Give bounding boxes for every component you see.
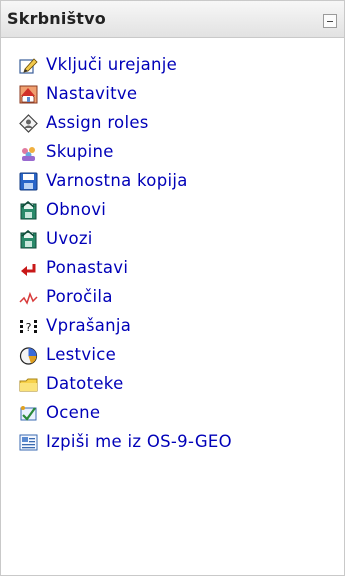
reports-icon <box>19 288 38 307</box>
menu-item-label: Skupine <box>46 142 114 161</box>
menu-item-files[interactable]: Datoteke <box>1 370 344 399</box>
questions-icon: ? <box>19 317 38 336</box>
menu-item-label: Assign roles <box>46 113 149 132</box>
menu-item-import[interactable]: Uvozi <box>1 225 344 254</box>
menu-item-label: Poročila <box>46 287 113 306</box>
menu-item-restore[interactable]: Obnovi <box>1 196 344 225</box>
menu-item-label: Ocene <box>46 403 101 422</box>
menu-item-backup[interactable]: Varnostna kopija <box>1 167 344 196</box>
menu-item-label: Obnovi <box>46 200 107 219</box>
menu-item-label: Nastavitve <box>46 84 138 103</box>
scales-icon <box>19 346 38 365</box>
menu-item-questions[interactable]: ? Vprašanja <box>1 312 344 341</box>
assign-roles-icon <box>19 114 38 133</box>
menu-item-label: Vključi urejanje <box>46 55 178 74</box>
folder-icon <box>19 375 38 394</box>
menu-item-assign-roles[interactable]: Assign roles <box>1 109 344 138</box>
menu-item-reset[interactable]: Ponastavi <box>1 254 344 283</box>
menu-item-label: Ponastavi <box>46 258 129 277</box>
menu-item-turn-editing-on[interactable]: Vključi urejanje <box>1 51 344 80</box>
groups-icon <box>19 143 38 162</box>
backup-icon <box>19 172 38 191</box>
menu-item-label: Lestvice <box>46 345 117 364</box>
menu-item-reports[interactable]: Poročila <box>1 283 344 312</box>
svg-text:?: ? <box>26 321 32 334</box>
settings-icon <box>19 85 38 104</box>
menu-item-unenrol[interactable]: Izpiši me iz OS-9-GEO <box>1 428 344 457</box>
administration-block: Skrbništvo Vključi urejanje Nastavitve A… <box>0 0 345 576</box>
menu-item-label: Uvozi <box>46 229 93 248</box>
menu-item-groups[interactable]: Skupine <box>1 138 344 167</box>
menu-item-label: Varnostna kopija <box>46 171 188 190</box>
menu-item-scales[interactable]: Lestvice <box>1 341 344 370</box>
grades-icon <box>19 404 38 423</box>
import-icon <box>19 230 38 249</box>
menu-item-label: Vprašanja <box>46 316 132 335</box>
block-header: Skrbništvo <box>1 1 344 38</box>
edit-pencil-icon <box>19 56 38 75</box>
minus-box-icon[interactable] <box>323 14 337 28</box>
unenrol-icon <box>19 433 38 452</box>
menu-item-grades[interactable]: Ocene <box>1 399 344 428</box>
block-title: Skrbništvo <box>7 9 106 28</box>
menu-item-label: Datoteke <box>46 374 124 393</box>
reset-arrow-icon <box>19 259 38 278</box>
restore-icon <box>19 201 38 220</box>
menu-item-label: Izpiši me iz OS-9-GEO <box>46 432 232 451</box>
menu-item-settings[interactable]: Nastavitve <box>1 80 344 109</box>
